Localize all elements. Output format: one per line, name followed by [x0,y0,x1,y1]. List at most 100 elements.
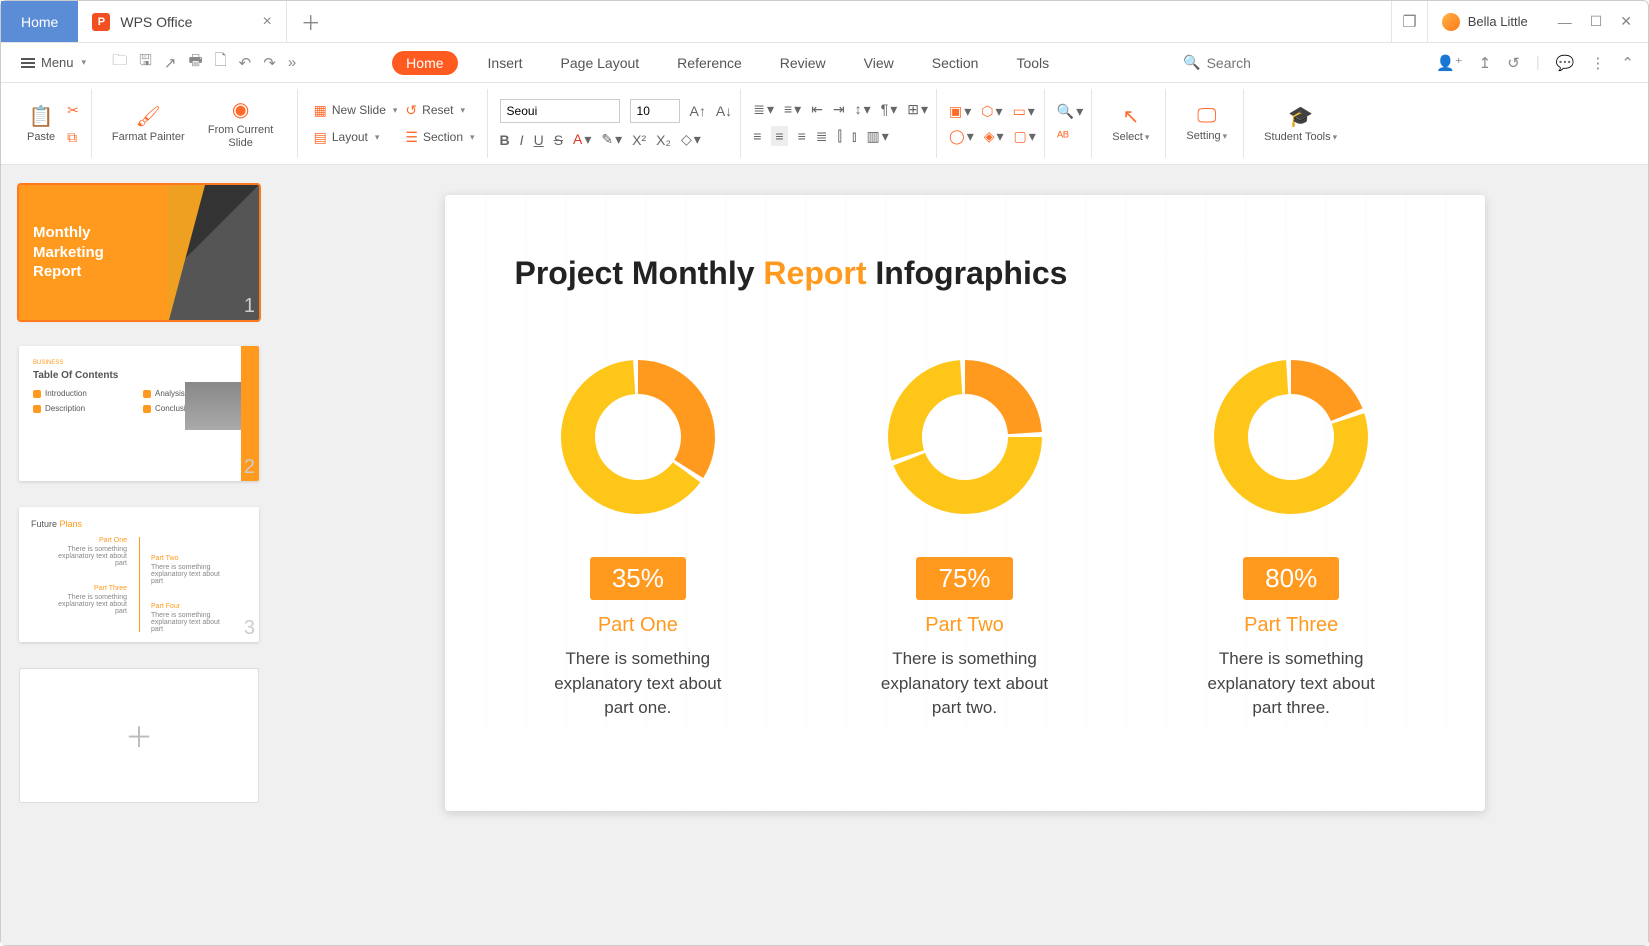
font-color-button[interactable]: A▾ [573,131,591,148]
bullets-button[interactable]: ≣▾ [753,101,774,118]
search-box[interactable]: 🔍 [1183,54,1346,71]
superscript-button[interactable]: X² [632,132,646,148]
copy-button[interactable]: ⧉ [63,127,83,148]
numbering-button[interactable]: ≡▾ [784,101,801,118]
student-tools-button[interactable]: 🎓 Student Tools▾ [1256,104,1345,143]
current-slide[interactable]: Project Monthly Report Infographics 35%P… [445,195,1485,811]
shape-fill-button[interactable]: ◯▾ [949,128,974,145]
donut-chart [1201,347,1381,527]
reset-button[interactable]: ↺Reset▾ [401,100,478,121]
align-left-button[interactable]: ≡ [753,128,761,144]
chart-block-3[interactable]: 80%Part ThreeThere is something explanat… [1168,347,1415,721]
close-window-icon[interactable]: ✕ [1620,13,1632,30]
setting-button[interactable]: 🖵 Setting▾ [1178,105,1235,142]
feedback-icon[interactable]: 💬 [1556,54,1575,72]
align-justify-button[interactable]: ≣ [816,128,828,145]
select-button[interactable]: ↖ Select▾ [1104,104,1157,143]
font-size-input[interactable] [630,99,680,123]
maximize-icon[interactable]: ☐ [1590,13,1603,30]
thumb2-title: Table Of Contents [33,370,245,381]
clear-formatting-button[interactable]: ◇▾ [681,131,701,148]
cut-button[interactable]: ✂ [63,100,83,121]
share-icon[interactable]: ↗ [164,54,177,72]
section-button[interactable]: ☰Section▾ [401,127,478,148]
tab-insert[interactable]: Insert [480,51,531,75]
bold-button[interactable]: B [500,132,510,148]
replace-button[interactable]: ᴬᴮ [1057,128,1069,144]
text-direction-button[interactable]: ¶▾ [881,101,898,118]
collapse-ribbon-icon[interactable]: ⌃ [1621,54,1634,72]
increase-indent-button[interactable]: ⇥ [833,101,845,118]
app-home-tab[interactable]: Home [1,1,78,42]
underline-button[interactable]: U [534,132,544,148]
tab-view[interactable]: View [856,51,902,75]
slide-thumbnail-2[interactable]: BUSINESS Table Of Contents Introduction … [19,346,259,481]
new-slide-thumbnail[interactable]: ＋ [19,668,259,803]
undo-icon[interactable]: ↶ [239,54,252,72]
align-right-button[interactable]: ≡ [798,128,806,144]
document-tab[interactable]: P WPS Office × [78,1,286,42]
shape-effects-button[interactable]: ▢▾ [1014,128,1036,145]
paste-label: Paste [27,131,55,143]
presentation-icon: P [92,13,110,31]
user-account[interactable]: Bella Little [1427,1,1542,42]
chart-block-1[interactable]: 35%Part OneThere is something explanator… [515,347,762,721]
slide-title[interactable]: Project Monthly Report Infographics [515,255,1415,292]
arrange-button[interactable]: ▭▾ [1013,103,1035,120]
open-folder-icon[interactable]: 🗀 [112,50,127,75]
distribute-h-button[interactable]: ⫿ [837,128,841,145]
add-user-icon[interactable]: 👤⁺ [1436,54,1463,72]
percent-badge: 80% [1243,557,1339,600]
align-text-button[interactable]: ⊞▾ [907,101,928,118]
qat-overflow-icon[interactable]: » [288,54,296,71]
columns-button[interactable]: ▥▾ [866,128,888,145]
shapes-button[interactable]: ⬡▾ [981,103,1002,120]
tab-tools[interactable]: Tools [1008,51,1057,75]
increase-font-icon[interactable]: A↑ [690,103,706,119]
tab-page-layout[interactable]: Page Layout [553,51,648,75]
layout-button[interactable]: ▤Layout▾ [310,127,402,148]
line-spacing-button[interactable]: ↕▾ [855,101,871,118]
close-tab-icon[interactable]: × [262,13,271,31]
redo-icon[interactable]: ↷ [263,54,276,72]
chart-block-2[interactable]: 75%Part TwoThere is something explanator… [841,347,1088,721]
thumb1-title: Monthly Marketing Report [33,223,104,282]
slides-group: ▦New Slide▾ ▤Layout▾ ↺Reset▾ ☰Section▾ [302,89,488,158]
slide-thumbnail-1[interactable]: Monthly Marketing Report 1 [19,185,259,320]
font-name-input[interactable] [500,99,620,123]
format-painter-button[interactable]: 🖌 Farmat Painter [104,104,193,143]
tab-review[interactable]: Review [772,51,834,75]
history-icon[interactable]: ↺ [1507,54,1520,72]
find-button[interactable]: 🔍▾ [1057,103,1083,120]
print-icon[interactable]: 🖶 [188,50,202,75]
decrease-indent-button[interactable]: ⇤ [811,101,823,118]
save-icon[interactable]: 🖫 [139,50,152,75]
decrease-font-icon[interactable]: A↓ [716,103,732,119]
more-icon[interactable]: ⋮ [1590,54,1605,72]
minimize-icon[interactable]: — [1558,14,1572,30]
new-tab-button[interactable]: ＋ [287,1,335,42]
slide-thumbnail-panel[interactable]: Monthly Marketing Report 1 BUSINESS Tabl… [1,165,301,945]
shape-outline-button[interactable]: ◈▾ [984,128,1004,145]
tab-section[interactable]: Section [924,51,987,75]
italic-button[interactable]: I [520,132,524,148]
tab-home[interactable]: Home [392,51,457,75]
app-menu-button[interactable]: Menu ▾ [15,51,92,74]
export-icon[interactable]: ↥ [1479,54,1492,72]
distribute-v-button[interactable]: ⫾ [852,128,856,145]
slide-canvas[interactable]: Project Monthly Report Infographics 35%P… [301,165,1648,945]
new-slide-button[interactable]: ▦New Slide▾ [310,100,402,121]
paragraph-group: ≣▾ ≡▾ ⇤ ⇥ ↕▾ ¶▾ ⊞▾ ≡ ≡ ≡ ≣ ⫿ ⫾ ▥▾ [745,89,937,158]
strikethrough-button[interactable]: S [554,132,563,148]
from-current-slide-button[interactable]: ◉ From Current Slide [193,97,289,150]
search-input[interactable] [1207,55,1347,71]
paste-button[interactable]: 📋 Paste [19,104,63,143]
picture-button[interactable]: ▣▾ [949,103,971,120]
slide-thumbnail-3[interactable]: Future Plans Part OneThere is something … [19,507,259,642]
subscript-button[interactable]: X₂ [656,132,671,148]
tab-reference[interactable]: Reference [669,51,750,75]
window-layout-icon[interactable]: ❐ [1391,1,1426,42]
print-preview-icon[interactable]: 🗋 [215,50,227,75]
highlight-button[interactable]: ✎▾ [601,131,622,148]
align-center-button[interactable]: ≡ [771,126,787,146]
